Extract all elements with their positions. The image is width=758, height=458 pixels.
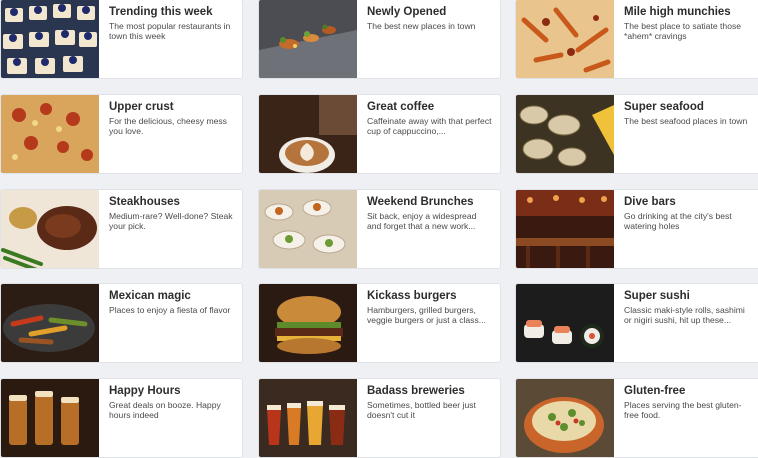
latte-art-photo [259,95,357,173]
collection-card-badass-breweries[interactable]: Badass breweries Sometimes, bottled beer… [258,378,501,458]
collection-title: Upper crust [109,101,174,113]
collection-description: Classic maki-style rolls, sashimi or nig… [624,305,745,326]
loaded-fries-photo [516,0,614,78]
burger-photo [259,284,357,362]
collection-title: Mexican magic [109,290,191,302]
collection-card-steakhouses[interactable]: Steakhouses Medium-rare? Well-done? Stea… [0,189,243,269]
collection-card-happy-hours[interactable]: Happy Hours Great deals on booze. Happy … [0,378,243,458]
quinoa-bowl-photo [516,379,614,457]
collection-card-dive-bars[interactable]: Dive bars Go drinking at the city's best… [515,189,758,269]
dessert-tarts-photo [1,0,99,78]
collection-card-newly-opened[interactable]: Newly Opened The best new places in town [258,0,501,79]
collection-card-mile-high-munchies[interactable]: Mile high munchies The best place to sat… [515,0,758,79]
steak-photo [1,190,99,268]
collection-description: Sometimes, bottled beer just doesn't cut… [367,400,476,421]
plated-dish-photo [259,0,357,78]
collection-title: Newly Opened [367,6,447,18]
collection-title: Dive bars [624,196,676,208]
bar-interior-photo [516,190,614,268]
collection-title: Great coffee [367,101,435,113]
collection-description: Hamburgers, grilled burgers, veggie burg… [367,305,486,326]
clams-photo [516,95,614,173]
collection-description: Sit back, enjoy a widespread and forget … [367,211,477,232]
buffet-photo [259,190,357,268]
collection-card-gluten-free[interactable]: Gluten-free Places serving the best glut… [515,378,758,458]
collection-card-weekend-brunches[interactable]: Weekend Brunches Sit back, enjoy a wides… [258,189,501,269]
collection-title: Super seafood [624,101,704,113]
collection-description: Places to enjoy a fiesta of flavor [109,305,231,315]
collection-title: Gluten-free [624,385,686,397]
collection-title: Weekend Brunches [367,196,474,208]
collection-card-super-sushi[interactable]: Super sushi Classic maki-style rolls, sa… [515,283,758,363]
sushi-photo [516,284,614,362]
collection-card-upper-crust[interactable]: Upper crust For the delicious, cheesy me… [0,94,243,174]
collection-title: Badass breweries [367,385,465,397]
pizza-photo [1,95,99,173]
collection-title: Super sushi [624,290,690,302]
collection-card-great-coffee[interactable]: Great coffee Caffeinate away with that p… [258,94,501,174]
collection-card-mexican-magic[interactable]: Mexican magic Places to enjoy a fiesta o… [0,283,243,363]
collection-description: Medium-rare? Well-done? Steak your pick. [109,211,233,232]
collection-description: The best place to satiate those *ahem* c… [624,21,742,42]
collection-title: Mile high munchies [624,6,731,18]
collection-title: Steakhouses [109,196,180,208]
collection-card-kickass-burgers[interactable]: Kickass burgers Hamburgers, grilled burg… [258,283,501,363]
collection-description: For the delicious, cheesy mess you love. [109,116,227,137]
collection-title: Happy Hours [109,385,181,397]
collection-title: Trending this week [109,6,213,18]
collections-grid: Trending this week The most popular rest… [0,0,758,458]
beer-glasses-photo [1,379,99,457]
collection-description: The best seafood places in town [624,116,748,126]
collection-description: The best new places in town [367,21,476,31]
collection-description: The most popular restaurants in town thi… [109,21,231,42]
collection-description: Great deals on booze. Happy hours indeed [109,400,221,421]
collection-title: Kickass burgers [367,290,457,302]
beer-flight-photo [259,379,357,457]
collection-card-super-seafood[interactable]: Super seafood The best seafood places in… [515,94,758,174]
fajitas-photo [1,284,99,362]
collection-description: Caffeinate away with that perfect cup of… [367,116,492,137]
collection-description: Go drinking at the city's best watering … [624,211,732,232]
collection-card-trending[interactable]: Trending this week The most popular rest… [0,0,243,79]
collection-description: Places serving the best gluten-free food… [624,400,742,421]
